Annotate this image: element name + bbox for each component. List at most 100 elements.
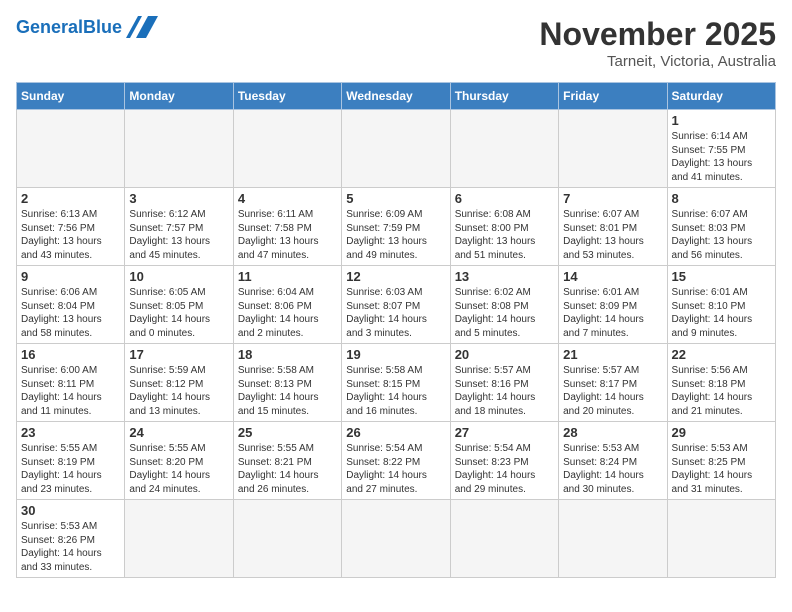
calendar-cell: 6 Sunrise: 6:08 AM Sunset: 8:00 PM Daylig… bbox=[450, 188, 558, 266]
day-info: Sunrise: 6:00 AM Sunset: 8:11 PM Dayligh… bbox=[21, 364, 120, 418]
day-info: Sunrise: 6:07 AM Sunset: 8:03 PM Dayligh… bbox=[672, 208, 771, 262]
day-info: Sunrise: 6:09 AM Sunset: 7:59 PM Dayligh… bbox=[346, 208, 445, 262]
weekday-header-monday: Monday bbox=[125, 83, 233, 110]
calendar-cell: 29Sunrise: 5:53 AM Sunset: 8:25 PM Dayli… bbox=[667, 422, 775, 500]
day-info: Sunrise: 6:08 AM Sunset: 8:00 PM Dayligh… bbox=[455, 208, 554, 262]
day-number: 1 bbox=[672, 113, 771, 128]
calendar-cell bbox=[667, 500, 775, 578]
calendar-cell: 16 Sunrise: 6:00 AM Sunset: 8:11 PM Dayli… bbox=[17, 344, 125, 422]
calendar-cell: 23Sunrise: 5:55 AM Sunset: 8:19 PM Dayli… bbox=[17, 422, 125, 500]
location: Tarneit, Victoria, Australia bbox=[539, 53, 776, 70]
calendar-week-row: 30Sunrise: 5:53 AM Sunset: 8:26 PM Dayli… bbox=[17, 500, 776, 578]
logo-general: General bbox=[16, 17, 83, 37]
day-number: 26 bbox=[346, 425, 445, 440]
day-info: Sunrise: 5:55 AM Sunset: 8:21 PM Dayligh… bbox=[238, 442, 337, 496]
month-title: November 2025 bbox=[539, 16, 776, 53]
title-block: November 2025 Tarneit, Victoria, Austral… bbox=[539, 16, 776, 70]
day-info: Sunrise: 5:56 AM Sunset: 8:18 PM Dayligh… bbox=[672, 364, 771, 418]
calendar-cell bbox=[450, 500, 558, 578]
calendar-cell: 8 Sunrise: 6:07 AM Sunset: 8:03 PM Daylig… bbox=[667, 188, 775, 266]
logo-icon bbox=[126, 16, 158, 38]
day-info: Sunrise: 6:13 AM Sunset: 7:56 PM Dayligh… bbox=[21, 208, 120, 262]
logo-blue: Blue bbox=[83, 17, 122, 37]
day-info: Sunrise: 6:01 AM Sunset: 8:09 PM Dayligh… bbox=[563, 286, 662, 340]
day-number: 2 bbox=[21, 191, 120, 206]
day-number: 22 bbox=[672, 347, 771, 362]
calendar-cell: 4 Sunrise: 6:11 AM Sunset: 7:58 PM Daylig… bbox=[233, 188, 341, 266]
day-number: 18 bbox=[238, 347, 337, 362]
calendar-cell bbox=[559, 110, 667, 188]
calendar-cell: 24 Sunrise: 5:55 AM Sunset: 8:20 PM Dayli… bbox=[125, 422, 233, 500]
day-number: 14 bbox=[563, 269, 662, 284]
calendar-cell: 5 Sunrise: 6:09 AM Sunset: 7:59 PM Daylig… bbox=[342, 188, 450, 266]
day-info: Sunrise: 6:04 AM Sunset: 8:06 PM Dayligh… bbox=[238, 286, 337, 340]
day-number: 11 bbox=[238, 269, 337, 284]
calendar-cell: 27 Sunrise: 5:54 AM Sunset: 8:23 PM Dayli… bbox=[450, 422, 558, 500]
calendar-week-row: 2 Sunrise: 6:13 AM Sunset: 7:56 PM Daylig… bbox=[17, 188, 776, 266]
day-info: Sunrise: 5:57 AM Sunset: 8:17 PM Dayligh… bbox=[563, 364, 662, 418]
day-number: 8 bbox=[672, 191, 771, 206]
calendar-week-row: 23Sunrise: 5:55 AM Sunset: 8:19 PM Dayli… bbox=[17, 422, 776, 500]
day-number: 24 bbox=[129, 425, 228, 440]
weekday-header-tuesday: Tuesday bbox=[233, 83, 341, 110]
calendar-cell: 19Sunrise: 5:58 AM Sunset: 8:15 PM Dayli… bbox=[342, 344, 450, 422]
calendar-cell: 15Sunrise: 6:01 AM Sunset: 8:10 PM Dayli… bbox=[667, 266, 775, 344]
day-number: 27 bbox=[455, 425, 554, 440]
day-number: 16 bbox=[21, 347, 120, 362]
calendar-cell: 9Sunrise: 6:06 AM Sunset: 8:04 PM Daylig… bbox=[17, 266, 125, 344]
day-number: 21 bbox=[563, 347, 662, 362]
day-info: Sunrise: 5:55 AM Sunset: 8:20 PM Dayligh… bbox=[129, 442, 228, 496]
day-info: Sunrise: 6:11 AM Sunset: 7:58 PM Dayligh… bbox=[238, 208, 337, 262]
day-number: 25 bbox=[238, 425, 337, 440]
day-number: 10 bbox=[129, 269, 228, 284]
weekday-header-wednesday: Wednesday bbox=[342, 83, 450, 110]
page-header: GeneralBlue November 2025 Tarneit, Victo… bbox=[16, 16, 776, 70]
calendar-cell: 21 Sunrise: 5:57 AM Sunset: 8:17 PM Dayli… bbox=[559, 344, 667, 422]
calendar-cell: 10Sunrise: 6:05 AM Sunset: 8:05 PM Dayli… bbox=[125, 266, 233, 344]
calendar-cell: 12Sunrise: 6:03 AM Sunset: 8:07 PM Dayli… bbox=[342, 266, 450, 344]
day-number: 6 bbox=[455, 191, 554, 206]
day-number: 17 bbox=[129, 347, 228, 362]
day-info: Sunrise: 5:58 AM Sunset: 8:15 PM Dayligh… bbox=[346, 364, 445, 418]
calendar-table: SundayMondayTuesdayWednesdayThursdayFrid… bbox=[16, 82, 776, 578]
calendar-cell: 1 Sunrise: 6:14 AM Sunset: 7:55 PM Daylig… bbox=[667, 110, 775, 188]
day-info: Sunrise: 5:58 AM Sunset: 8:13 PM Dayligh… bbox=[238, 364, 337, 418]
calendar-cell: 26 Sunrise: 5:54 AM Sunset: 8:22 PM Dayli… bbox=[342, 422, 450, 500]
day-number: 9 bbox=[21, 269, 120, 284]
day-number: 29 bbox=[672, 425, 771, 440]
calendar-cell: 28Sunrise: 5:53 AM Sunset: 8:24 PM Dayli… bbox=[559, 422, 667, 500]
calendar-cell: 22 Sunrise: 5:56 AM Sunset: 8:18 PM Dayli… bbox=[667, 344, 775, 422]
calendar-week-row: 16 Sunrise: 6:00 AM Sunset: 8:11 PM Dayli… bbox=[17, 344, 776, 422]
day-number: 20 bbox=[455, 347, 554, 362]
calendar-cell bbox=[559, 500, 667, 578]
day-number: 13 bbox=[455, 269, 554, 284]
day-info: Sunrise: 5:59 AM Sunset: 8:12 PM Dayligh… bbox=[129, 364, 228, 418]
calendar-cell: 11 Sunrise: 6:04 AM Sunset: 8:06 PM Dayli… bbox=[233, 266, 341, 344]
weekday-header-row: SundayMondayTuesdayWednesdayThursdayFrid… bbox=[17, 83, 776, 110]
calendar-cell bbox=[342, 110, 450, 188]
weekday-header-friday: Friday bbox=[559, 83, 667, 110]
calendar-cell: 2 Sunrise: 6:13 AM Sunset: 7:56 PM Daylig… bbox=[17, 188, 125, 266]
day-info: Sunrise: 5:54 AM Sunset: 8:23 PM Dayligh… bbox=[455, 442, 554, 496]
weekday-header-thursday: Thursday bbox=[450, 83, 558, 110]
calendar-week-row: 9Sunrise: 6:06 AM Sunset: 8:04 PM Daylig… bbox=[17, 266, 776, 344]
day-number: 28 bbox=[563, 425, 662, 440]
day-number: 5 bbox=[346, 191, 445, 206]
weekday-header-saturday: Saturday bbox=[667, 83, 775, 110]
day-number: 15 bbox=[672, 269, 771, 284]
calendar-cell bbox=[125, 500, 233, 578]
calendar-cell: 17 Sunrise: 5:59 AM Sunset: 8:12 PM Dayli… bbox=[125, 344, 233, 422]
calendar-week-row: 1 Sunrise: 6:14 AM Sunset: 7:55 PM Daylig… bbox=[17, 110, 776, 188]
day-info: Sunrise: 5:54 AM Sunset: 8:22 PM Dayligh… bbox=[346, 442, 445, 496]
calendar-cell: 20Sunrise: 5:57 AM Sunset: 8:16 PM Dayli… bbox=[450, 344, 558, 422]
day-number: 30 bbox=[21, 503, 120, 518]
logo: GeneralBlue bbox=[16, 16, 158, 38]
calendar-cell: 7Sunrise: 6:07 AM Sunset: 8:01 PM Daylig… bbox=[559, 188, 667, 266]
day-info: Sunrise: 6:12 AM Sunset: 7:57 PM Dayligh… bbox=[129, 208, 228, 262]
calendar-cell: 14 Sunrise: 6:01 AM Sunset: 8:09 PM Dayli… bbox=[559, 266, 667, 344]
calendar-cell: 25 Sunrise: 5:55 AM Sunset: 8:21 PM Dayli… bbox=[233, 422, 341, 500]
calendar-cell: 30Sunrise: 5:53 AM Sunset: 8:26 PM Dayli… bbox=[17, 500, 125, 578]
day-info: Sunrise: 6:14 AM Sunset: 7:55 PM Dayligh… bbox=[672, 130, 771, 184]
calendar-cell bbox=[17, 110, 125, 188]
day-number: 4 bbox=[238, 191, 337, 206]
